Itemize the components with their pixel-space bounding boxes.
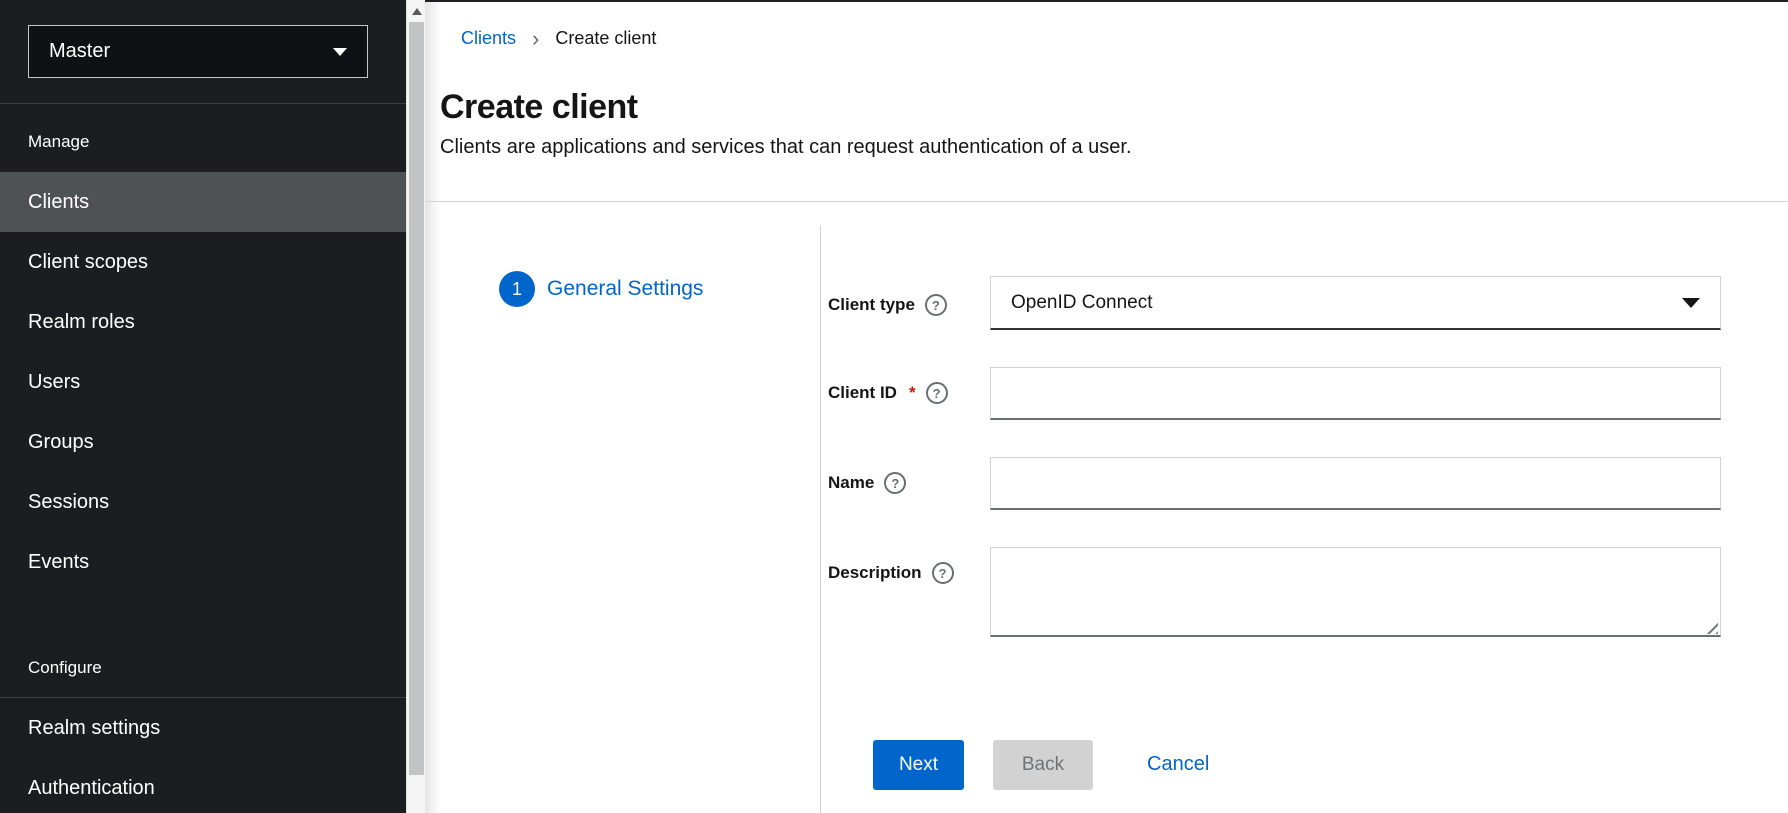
sidebar-item-label: Sessions xyxy=(28,491,109,514)
client-type-label: Client type xyxy=(828,295,915,315)
caret-down-icon xyxy=(333,48,347,56)
wizard-step-number-badge: 1 xyxy=(499,271,535,307)
sidebar-item-label: Realm settings xyxy=(28,717,160,740)
scroll-up-button[interactable] xyxy=(407,0,426,22)
caret-down-icon xyxy=(1682,298,1700,308)
cancel-link[interactable]: Cancel xyxy=(1147,753,1209,776)
help-icon[interactable]: ? xyxy=(925,294,947,316)
sidebar-section-manage: Manage xyxy=(28,132,89,152)
realm-selector-value: Master xyxy=(49,40,333,63)
help-icon[interactable]: ? xyxy=(926,382,948,404)
wizard-step-label: General Settings xyxy=(547,277,703,301)
sidebar-item-groups[interactable]: Groups xyxy=(0,412,406,472)
realm-selector[interactable]: Master xyxy=(28,25,368,78)
name-label-row: Name ? xyxy=(828,470,906,496)
sidebar-item-label: Users xyxy=(28,371,80,394)
content-left-shadow xyxy=(425,2,441,813)
name-label: Name xyxy=(828,473,874,493)
sidebar-item-client-scopes[interactable]: Client scopes xyxy=(0,232,406,292)
top-edge-strip xyxy=(425,0,1788,2)
breadcrumb-current: Create client xyxy=(555,28,656,49)
sidebar-divider xyxy=(0,103,406,104)
help-icon[interactable]: ? xyxy=(932,562,954,584)
wizard-step-general-settings[interactable]: 1 General Settings xyxy=(499,271,703,307)
sidebar-item-realm-settings[interactable]: Realm settings xyxy=(0,698,406,758)
main-content: Clients › Create client Create client Cl… xyxy=(425,0,1788,813)
sidebar-item-events[interactable]: Events xyxy=(0,532,406,592)
description-label-row: Description ? xyxy=(828,560,954,586)
sidebar-item-users[interactable]: Users xyxy=(0,352,406,412)
sidebar-item-label: Authentication xyxy=(28,777,155,800)
back-button: Back xyxy=(993,740,1093,790)
sidebar-item-label: Groups xyxy=(28,431,94,454)
client-id-input[interactable] xyxy=(990,367,1721,420)
client-id-label-row: Client ID * ? xyxy=(828,380,948,406)
client-type-label-row: Client type ? xyxy=(828,292,947,318)
page-subtitle: Clients are applications and services th… xyxy=(440,136,1132,159)
client-id-label: Client ID xyxy=(828,383,897,403)
header-divider xyxy=(425,201,1788,202)
sidebar-item-label: Events xyxy=(28,551,89,574)
sidebar-item-clients[interactable]: Clients xyxy=(0,172,406,232)
client-type-select-value: OpenID Connect xyxy=(1011,292,1682,314)
sidebar-item-label: Clients xyxy=(28,191,89,214)
sidebar-item-label: Client scopes xyxy=(28,251,148,274)
breadcrumb: Clients › Create client xyxy=(461,28,656,49)
help-icon[interactable]: ? xyxy=(884,472,906,494)
sidebar-item-authentication[interactable]: Authentication xyxy=(0,758,406,813)
sidebar-item-label: Realm roles xyxy=(28,311,135,334)
vertical-scrollbar[interactable] xyxy=(406,0,425,813)
description-label: Description xyxy=(828,563,922,583)
next-button[interactable]: Next xyxy=(873,740,964,790)
app-window: Master Manage Clients Client scopes Real… xyxy=(0,0,1788,813)
required-indicator: * xyxy=(909,383,916,403)
sidebar-item-sessions[interactable]: Sessions xyxy=(0,472,406,532)
description-textarea[interactable] xyxy=(990,547,1721,637)
scroll-up-arrow-icon xyxy=(412,8,422,15)
sidebar: Master Manage Clients Client scopes Real… xyxy=(0,0,406,813)
name-input[interactable] xyxy=(990,457,1721,510)
page-title: Create client xyxy=(440,88,638,127)
sidebar-section-configure: Configure xyxy=(28,658,102,678)
client-type-select[interactable]: OpenID Connect xyxy=(990,276,1721,330)
wizard-nav-divider xyxy=(820,225,821,813)
sidebar-item-realm-roles[interactable]: Realm roles xyxy=(0,292,406,352)
breadcrumb-separator-icon: › xyxy=(532,30,539,48)
breadcrumb-link-clients[interactable]: Clients xyxy=(461,28,516,49)
scrollbar-thumb[interactable] xyxy=(409,22,424,775)
